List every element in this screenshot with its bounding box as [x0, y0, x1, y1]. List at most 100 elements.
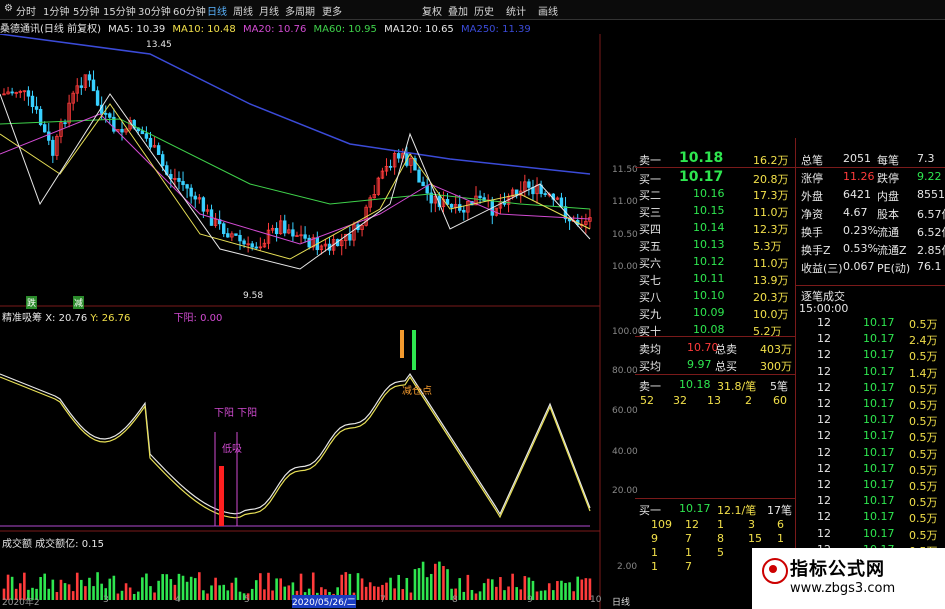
period-button[interactable]: 1分钟 [43, 3, 69, 18]
candle-body [144, 133, 149, 139]
level-price: 10.15 [693, 204, 725, 217]
order-book-row: 买八 10.10 20.3万 [635, 289, 795, 305]
toolbar-button[interactable]: 叠加 [448, 3, 468, 18]
settings-icon[interactable]: ⚙ [4, 3, 13, 14]
buy1-label: 买一 [639, 173, 661, 186]
toolbar-button[interactable]: 统计 [506, 3, 526, 18]
buy1-vol: 20.8万 [753, 173, 789, 186]
candle-body [42, 124, 47, 133]
stat-label: 涨停 [801, 172, 823, 185]
price-axis-label: 11.00 [612, 197, 638, 207]
candle-body [238, 234, 242, 242]
avg-sell-price: 10.70 [687, 341, 719, 354]
sell1b-price: 10.18 [679, 378, 711, 391]
candle-body [63, 122, 67, 125]
candle-body [181, 181, 185, 186]
candle-body [185, 184, 189, 189]
period-button[interactable]: 多周期 [285, 3, 315, 18]
candle-body [478, 195, 482, 199]
period-button-active[interactable]: 日线 [207, 3, 227, 18]
candle-body [95, 90, 100, 106]
order-book-row: 买五 10.13 5.3万 [635, 238, 795, 254]
kdj-line [0, 375, 591, 519]
signal-bar [219, 466, 224, 526]
candle-body [254, 246, 258, 249]
candle-body [307, 237, 311, 248]
stat-value: 11.26 [843, 170, 875, 183]
stat-value: 76.1 [917, 260, 942, 273]
candle-body [87, 74, 92, 81]
queue-value: 1 [777, 532, 784, 545]
period-button[interactable]: 分时 [16, 3, 36, 18]
stat-label: 跌停 [877, 172, 899, 185]
watermark-url: www.zbgs3.com [790, 581, 896, 596]
period-button[interactable]: 更多 [322, 3, 342, 18]
period-button[interactable]: 30分钟 [138, 3, 171, 18]
level-label: 买八 [639, 291, 661, 304]
total-buy-value: 300万 [760, 360, 792, 373]
tick-volume: 0.5万 [909, 528, 938, 542]
stat-label: 收益(三) [801, 262, 843, 275]
period-button[interactable]: 60分钟 [173, 3, 206, 18]
stat-label: 股本 [877, 208, 899, 221]
date-label: 5 [244, 595, 250, 605]
candle-body [51, 139, 55, 156]
candle-body [234, 233, 238, 236]
kdj-axis-label: 80.00 [612, 366, 638, 376]
candle-body [47, 131, 51, 141]
toolbar-button[interactable]: 画线 [538, 3, 558, 18]
candle-body [291, 229, 295, 237]
period-button[interactable]: 5分钟 [73, 3, 99, 18]
toolbar-button[interactable]: 历史 [474, 3, 494, 18]
kdj-legend: 精准吸筹 X: 20.76 Y: 26.76 下阳: 0.00 [2, 309, 222, 324]
buy1b-label: 买一 [639, 504, 661, 517]
candle-body [189, 187, 193, 197]
watermark-title: 指标公式网 [790, 559, 885, 580]
ma-legend: 桑德通讯(日线 前复权) MA5: 10.39 MA10: 10.48 MA20… [0, 20, 600, 35]
candle-body [242, 240, 246, 245]
level-label: 买二 [639, 189, 661, 202]
level-price: 10.12 [693, 255, 725, 268]
level-price: 10.13 [693, 238, 725, 251]
queue-value: 13 [707, 394, 721, 407]
stat-label: 每笔 [877, 154, 899, 167]
period-button[interactable]: 月线 [259, 3, 279, 18]
order-book-row: 买七 10.11 13.9万 [635, 272, 795, 288]
level-label: 买九 [639, 308, 661, 321]
candle-body [226, 233, 230, 238]
candle-body [462, 209, 466, 213]
kdj-mark-top: 下阳 下阳 [214, 408, 258, 419]
date-label: 8 [452, 595, 458, 605]
period-button[interactable]: 周线 [233, 3, 253, 18]
stat-label: 总笔 [801, 154, 823, 167]
candle-body [283, 220, 287, 234]
period-button[interactable]: 15分钟 [103, 3, 136, 18]
tick-volume: 0.5万 [909, 382, 938, 396]
queue-value: 6 [777, 518, 784, 531]
period-label[interactable]: 日线 [612, 595, 630, 608]
buy-mark: 跌 [26, 296, 38, 309]
candle-body [177, 178, 181, 182]
toolbar-button[interactable]: 复权 [422, 3, 442, 18]
high-label: 13.45 [146, 40, 172, 50]
order-book-row: 买四 10.14 12.3万 [635, 221, 795, 237]
level-price: 10.14 [693, 221, 725, 234]
tick-seq: 12 [817, 494, 831, 508]
tick-seq: 12 [817, 316, 831, 329]
sell1-vol: 16.2万 [753, 154, 789, 167]
candle-body [201, 197, 206, 212]
buy1b-count: 17笔 [767, 504, 792, 517]
avg-sell-label: 卖均 [639, 343, 661, 356]
date-label: 10 [590, 595, 602, 605]
queue-value: 109 [651, 518, 672, 531]
candle-body [222, 223, 226, 235]
tick-seq: 12 [817, 332, 831, 346]
level-price: 10.09 [693, 306, 725, 319]
candle-body [26, 90, 31, 97]
stat-value: 2.85亿 [917, 244, 945, 257]
tick-volume: 2.4万 [909, 334, 938, 348]
candle-body [527, 181, 531, 188]
stat-value: 0.067 [843, 260, 875, 273]
candle-body [10, 91, 14, 94]
tick-price: 10.17 [863, 510, 895, 524]
